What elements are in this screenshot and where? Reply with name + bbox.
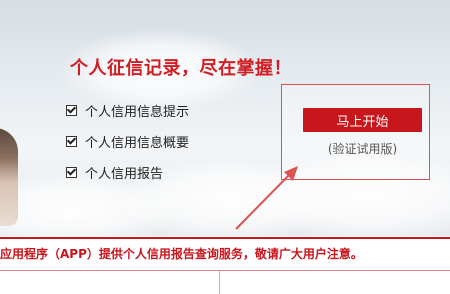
notice-bottom-rule bbox=[0, 270, 450, 271]
notice-text: 应用程序（APP）提供个人信用报告查询服务，敬请广大用户注意。 bbox=[0, 247, 363, 261]
footer-divider bbox=[219, 271, 220, 294]
pointer-arrow-icon bbox=[235, 166, 298, 230]
notice-top-rule bbox=[0, 237, 450, 239]
hero-banner: 个人征信记录，尽在掌握！ 个人信用信息提示 个人信用信息概要 个人信用报告 马上… bbox=[0, 0, 450, 236]
